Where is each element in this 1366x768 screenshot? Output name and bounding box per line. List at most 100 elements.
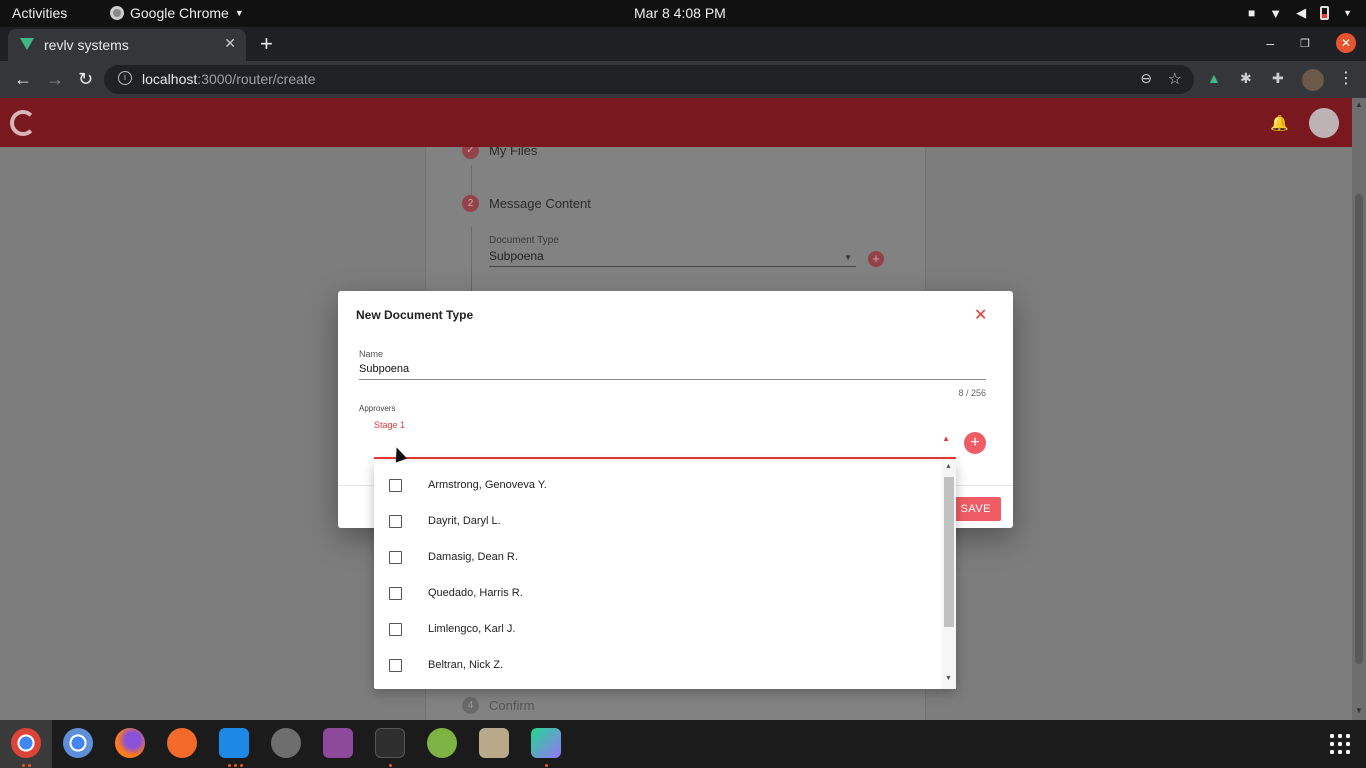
running-indicator: [234, 764, 237, 767]
postman-icon[interactable]: [167, 728, 197, 758]
step-number: 2: [462, 195, 479, 212]
bell-icon[interactable]: 🔔: [1270, 114, 1289, 132]
restore-icon[interactable]: ❐: [1300, 37, 1310, 50]
option-label: Damasig, Dean R.: [428, 551, 518, 563]
revlv-logo-icon[interactable]: [10, 110, 36, 136]
document-type-label: Document Type: [489, 235, 559, 246]
list-item[interactable]: Limlengco, Karl J.: [374, 611, 940, 647]
document-type-value: Subpoena: [489, 249, 856, 267]
step-label: Confirm: [489, 698, 535, 713]
browser-tab[interactable]: revlv systems ✕: [8, 29, 246, 61]
dialog-title: New Document Type: [356, 308, 474, 322]
scroll-down-icon[interactable]: ▼: [945, 675, 952, 682]
scrollbar-thumb[interactable]: [1355, 194, 1363, 664]
browser-toolbar: ← → ↻ i localhost:3000/router/create ⊖ ☆…: [0, 61, 1366, 98]
tab-close-icon[interactable]: ✕: [224, 35, 236, 52]
list-item[interactable]: Damasig, Dean R.: [374, 539, 940, 575]
new-tab-icon[interactable]: +: [260, 31, 273, 57]
show-applications-icon[interactable]: [1330, 734, 1350, 754]
tab-strip: revlv systems ✕ + – ❐ ✕: [0, 27, 1366, 61]
files-icon[interactable]: [479, 728, 509, 758]
video-editor-icon[interactable]: [323, 728, 353, 758]
step-confirm[interactable]: 4 Confirm: [462, 697, 535, 714]
terminal-icon[interactable]: [375, 728, 405, 758]
url-text[interactable]: localhost:3000/router/create: [142, 71, 316, 87]
minimize-icon[interactable]: –: [1266, 35, 1274, 51]
stage-1-select[interactable]: Stage 1 ▲: [374, 420, 956, 459]
chromium-icon[interactable]: [63, 728, 93, 758]
option-label: Limlengco, Karl J.: [428, 623, 516, 635]
add-stage-button[interactable]: +: [964, 432, 986, 454]
running-indicator: [545, 764, 548, 767]
zoom-icon[interactable]: ⊖: [1140, 70, 1152, 87]
site-info-icon[interactable]: i: [118, 71, 132, 85]
window-close-icon[interactable]: ✕: [1336, 33, 1356, 53]
window-controls: – ❐ ✕: [1266, 33, 1356, 53]
vue-devtools-icon[interactable]: ▲: [1207, 70, 1221, 86]
list-item[interactable]: Dayrit, Daryl L.: [374, 503, 940, 539]
profile-avatar[interactable]: [1302, 69, 1324, 91]
chrome-menu-icon[interactable]: ⋮: [1338, 68, 1354, 88]
menu-scrollbar[interactable]: ▲ ▼: [942, 461, 956, 689]
chevron-down-icon: ▼: [234, 8, 244, 18]
close-icon[interactable]: ✕: [974, 308, 987, 324]
page-scrollbar[interactable]: ▲ ▼: [1352, 98, 1366, 720]
checkbox[interactable]: [389, 550, 402, 564]
android-studio-icon[interactable]: [427, 728, 457, 758]
name-field[interactable]: Name Subpoena: [359, 349, 986, 380]
firefox-icon[interactable]: [115, 728, 145, 758]
checkbox[interactable]: [389, 478, 402, 492]
address-bar[interactable]: i localhost:3000/router/create ⊖ ☆: [104, 65, 1194, 94]
app-menu[interactable]: Google Chrome ▼: [110, 5, 244, 21]
caret-up-icon: ▲: [942, 434, 950, 443]
app-menu-label: Google Chrome: [130, 5, 229, 21]
name-input[interactable]: Subpoena: [359, 363, 986, 380]
scroll-up-icon[interactable]: ▲: [1355, 100, 1363, 109]
stage-label: Stage 1: [374, 420, 406, 430]
bookmark-star-icon[interactable]: ☆: [1168, 69, 1182, 89]
scroll-down-icon[interactable]: ▼: [1355, 706, 1363, 715]
chrome-icon[interactable]: [11, 728, 41, 758]
camera-icon: ■: [1247, 6, 1256, 20]
activities-button[interactable]: Activities: [12, 5, 67, 21]
caret-down-icon: ▼: [844, 253, 852, 262]
extensions-puzzle-icon[interactable]: ✚: [1272, 70, 1284, 87]
forward-icon[interactable]: →: [46, 69, 64, 90]
running-indicator: [28, 764, 31, 767]
extension-icon[interactable]: ✱: [1240, 70, 1252, 87]
running-indicator: [389, 764, 392, 767]
checkbox[interactable]: [389, 514, 402, 528]
dock: [0, 720, 1366, 768]
running-indicator: [228, 764, 231, 767]
checkbox[interactable]: [389, 622, 402, 636]
option-label: Armstrong, Genoveva Y.: [428, 479, 547, 491]
character-counter: 8 / 256: [958, 388, 986, 398]
reload-icon[interactable]: ↻: [78, 69, 93, 90]
vue-favicon-icon: [20, 38, 34, 50]
running-indicator: [22, 764, 25, 767]
user-avatar[interactable]: [1309, 108, 1339, 138]
list-item[interactable]: Quedado, Harris R.: [374, 575, 940, 611]
document-type-select[interactable]: Document Type Subpoena ▼: [489, 235, 856, 267]
scroll-up-icon[interactable]: ▲: [945, 463, 952, 470]
app-header: 🔔: [0, 98, 1352, 147]
add-document-type-button[interactable]: +: [868, 251, 884, 267]
list-item[interactable]: Armstrong, Genoveva Y.: [374, 467, 940, 503]
back-icon[interactable]: ←: [14, 69, 32, 90]
step-message-content[interactable]: 2 Message Content: [462, 195, 591, 212]
clock[interactable]: Mar 8 4:08 PM: [634, 5, 726, 21]
checkbox[interactable]: [389, 586, 402, 600]
checkbox[interactable]: [389, 658, 402, 672]
vscode-icon[interactable]: [219, 728, 249, 758]
scrollbar-thumb[interactable]: [944, 477, 954, 627]
battery-icon: [1320, 6, 1330, 20]
approver-options-menu: Armstrong, Genoveva Y. Dayrit, Daryl L. …: [374, 461, 956, 689]
datagrip-icon[interactable]: [531, 728, 561, 758]
list-item[interactable]: Beltran, Nick Z.: [374, 647, 940, 683]
gimp-icon[interactable]: [271, 728, 301, 758]
chrome-icon: [110, 6, 124, 20]
system-menu-icon: ▼: [1343, 8, 1352, 18]
system-top-bar: Activities Google Chrome ▼ Mar 8 4:08 PM…: [0, 0, 1366, 27]
option-label: Dayrit, Daryl L.: [428, 515, 501, 527]
system-tray[interactable]: ■ ▼ ◀ ▼: [1248, 5, 1352, 21]
